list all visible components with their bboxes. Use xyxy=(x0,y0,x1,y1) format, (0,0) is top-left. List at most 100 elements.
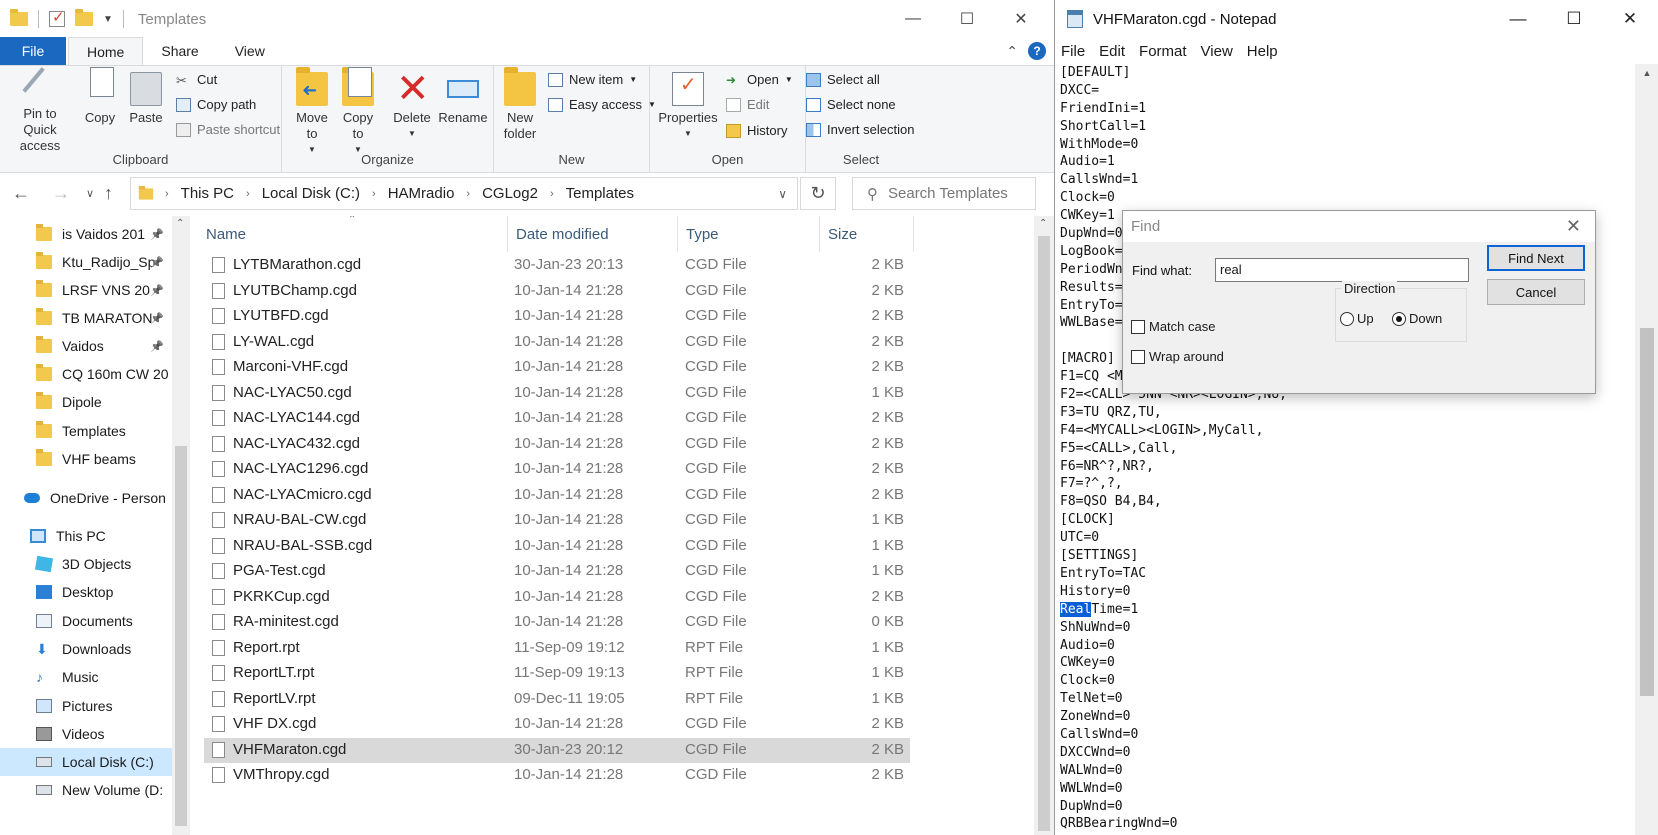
address-bar[interactable]: › This PC › Local Disk (C:) › HAMradio ›… xyxy=(130,177,798,210)
file-row[interactable]: VMThropy.cgd 10-Jan-14 21:28 CGD File 2 KB xyxy=(204,763,910,788)
nav-item[interactable]: TB MARATON 📌 xyxy=(0,304,172,332)
refresh-button[interactable]: ↻ xyxy=(800,177,836,210)
nav-item[interactable]: ⬇ Downloads xyxy=(0,635,172,663)
tab-home[interactable]: Home xyxy=(68,37,144,65)
nav-item[interactable]: CQ 160m CW 20 xyxy=(0,360,172,388)
nav-item[interactable]: New Volume (D: xyxy=(0,776,172,804)
nav-item[interactable]: This PC xyxy=(0,522,172,550)
tab-share[interactable]: Share xyxy=(143,37,216,65)
chevron-right-icon[interactable]: › xyxy=(159,188,175,200)
minimize-button[interactable]: — xyxy=(1490,0,1546,38)
close-icon[interactable]: ✕ xyxy=(1566,216,1581,237)
maximize-button[interactable]: ☐ xyxy=(942,0,992,38)
back-arrow-icon[interactable]: ← xyxy=(12,183,30,204)
find-next-button[interactable]: Find Next xyxy=(1487,245,1585,271)
nav-item[interactable]: OneDrive - Person xyxy=(0,484,172,512)
nav-item[interactable]: Pictures xyxy=(0,692,172,720)
nav-item[interactable]: 3D Objects xyxy=(0,550,172,578)
select-none-button[interactable]: Select none xyxy=(806,97,896,112)
new-item-button[interactable]: New item ▼ xyxy=(548,72,637,87)
file-row[interactable]: PGA-Test.cgd 10-Jan-14 21:28 CGD File 1 KB xyxy=(204,559,910,584)
open-button[interactable]: ➜ Open ▼ xyxy=(726,72,793,87)
file-row[interactable]: PKRKCup.cgd 10-Jan-14 21:28 CGD File 2 KB xyxy=(204,585,910,610)
menu-view[interactable]: View xyxy=(1201,43,1233,60)
invert-selection-button[interactable]: Invert selection xyxy=(806,122,914,137)
edit-button[interactable]: Edit xyxy=(726,97,769,112)
nav-item[interactable]: Desktop xyxy=(0,578,172,606)
up-arrow-icon[interactable]: ↑ xyxy=(104,183,113,204)
customize-quick-access-icon[interactable]: ▼ xyxy=(103,14,113,25)
nav-item[interactable]: Vaidos 📌 xyxy=(0,332,172,360)
notepad-scroll-thumb[interactable] xyxy=(1640,328,1654,696)
address-dropdown-icon[interactable]: ∨ xyxy=(778,187,787,201)
properties-quick-icon[interactable] xyxy=(49,8,65,27)
wrap-around-checkbox[interactable]: Wrap around xyxy=(1131,349,1224,364)
match-case-checkbox[interactable]: Match case xyxy=(1131,319,1215,334)
select-all-button[interactable]: Select all xyxy=(806,72,880,87)
menu-format[interactable]: Format xyxy=(1139,43,1187,60)
nav-item[interactable]: Templates xyxy=(0,417,172,445)
new-folder-quick-icon[interactable] xyxy=(75,9,93,26)
scroll-up-icon[interactable]: ⌃ xyxy=(1039,218,1047,229)
nav-item[interactable]: LRSF VNS 20 📌 xyxy=(0,276,172,304)
forward-arrow-icon[interactable]: → xyxy=(52,183,70,204)
file-row[interactable]: VHF DX.cgd 10-Jan-14 21:28 CGD File 2 KB xyxy=(204,712,910,737)
file-row[interactable]: RA-minitest.cgd 10-Jan-14 21:28 CGD File 0 … xyxy=(204,610,910,635)
help-icon[interactable]: ? xyxy=(1028,42,1046,60)
copy-button[interactable]: Copy xyxy=(80,67,120,126)
column-header-size[interactable]: Size xyxy=(820,216,914,252)
tab-view[interactable]: View xyxy=(217,37,283,65)
notepad-text-area[interactable]: [DEFAULT] DXCC= FriendIni=1 ShortCall=1 With… xyxy=(1055,64,1635,835)
file-row[interactable]: NAC-LYACmicro.cgd 10-Jan-14 21:28 CGD File… xyxy=(204,483,910,508)
nav-item[interactable]: Ktu_Radijo_Sp 📌 xyxy=(0,248,172,276)
maximize-button[interactable]: ☐ xyxy=(1546,0,1602,38)
nav-item[interactable]: Local Disk (C:) xyxy=(0,748,172,776)
pin-to-quick-access-button[interactable]: Pin to Quick access xyxy=(6,67,74,154)
expand-ribbon-icon[interactable]: ⌃ xyxy=(1006,43,1018,60)
navigation-scroll-thumb[interactable] xyxy=(175,446,187,826)
breadcrumb-local-disk[interactable]: Local Disk (C:) xyxy=(256,185,366,202)
file-row[interactable]: Report.rpt 11-Sep-09 19:12 RPT File 1 KB xyxy=(204,636,910,661)
close-button[interactable]: ✕ xyxy=(992,0,1050,38)
scroll-up-icon[interactable]: ▲ xyxy=(1635,64,1658,82)
nav-item[interactable]: Videos xyxy=(0,720,172,748)
direction-up-radio[interactable]: Up xyxy=(1340,311,1374,326)
minimize-button[interactable]: — xyxy=(884,0,942,38)
copy-path-button[interactable]: Copy path xyxy=(176,97,256,112)
file-list-scroll-thumb[interactable] xyxy=(1038,236,1050,831)
file-row[interactable]: LYUTBChamp.cgd 10-Jan-14 21:28 CGD File 2 K… xyxy=(204,279,910,304)
column-header-date[interactable]: Date modified xyxy=(508,216,678,252)
breadcrumb-templates[interactable]: Templates xyxy=(560,185,640,202)
file-row[interactable]: NAC-LYAC144.cgd 10-Jan-14 21:28 CGD File 2 … xyxy=(204,406,910,431)
chevron-right-icon[interactable]: › xyxy=(366,188,382,200)
recent-locations-icon[interactable]: ∨ xyxy=(86,187,94,200)
scroll-up-icon[interactable]: ⌃ xyxy=(176,218,184,229)
chevron-right-icon[interactable]: › xyxy=(240,188,256,200)
column-header-type[interactable]: Type xyxy=(678,216,820,252)
history-button[interactable]: History xyxy=(726,123,787,138)
file-row[interactable]: LYTBMarathon.cgd 30-Jan-23 20:13 CGD File 2… xyxy=(204,253,910,278)
file-row[interactable]: LYUTBFD.cgd 10-Jan-14 21:28 CGD File 2 KB xyxy=(204,304,910,329)
nav-item[interactable]: Dipole xyxy=(0,388,172,416)
nav-item[interactable]: VHF beams xyxy=(0,445,172,473)
file-row[interactable]: VHFMaraton.cgd 30-Jan-23 20:12 CGD File 2 K… xyxy=(204,737,910,763)
nav-item[interactable]: is Vaidos 201 📌 xyxy=(0,220,172,248)
navigation-scrollbar[interactable]: ⌃ xyxy=(172,216,190,835)
column-header-name[interactable]: Name xyxy=(198,216,508,252)
chevron-right-icon[interactable]: › xyxy=(544,188,560,200)
delete-button[interactable]: ✕ Delete ▼ xyxy=(390,69,434,142)
close-button[interactable]: ✕ xyxy=(1602,0,1658,38)
file-list-scrollbar[interactable]: ⌃ xyxy=(1034,216,1054,835)
move-to-button[interactable]: Move to ▼ xyxy=(292,67,332,158)
file-row[interactable]: ReportLV.rpt 09-Dec-11 19:05 RPT File 1 KB xyxy=(204,687,910,712)
nav-item[interactable]: ♪ Music xyxy=(0,663,172,691)
cut-button[interactable]: ✂ Cut xyxy=(176,72,217,88)
new-folder-button[interactable]: New folder xyxy=(500,67,540,142)
breadcrumb-hamradio[interactable]: HAMradio xyxy=(382,185,461,202)
menu-help[interactable]: Help xyxy=(1247,43,1278,60)
file-row[interactable]: NAC-LYAC432.cgd 10-Jan-14 21:28 CGD File 2 … xyxy=(204,432,910,457)
menu-edit[interactable]: Edit xyxy=(1099,43,1125,60)
copy-to-button[interactable]: Copy to ▼ xyxy=(338,67,378,158)
direction-down-radio[interactable]: Down xyxy=(1392,311,1442,326)
file-row[interactable]: NAC-LYAC1296.cgd 10-Jan-14 21:28 CGD File 2… xyxy=(204,457,910,482)
